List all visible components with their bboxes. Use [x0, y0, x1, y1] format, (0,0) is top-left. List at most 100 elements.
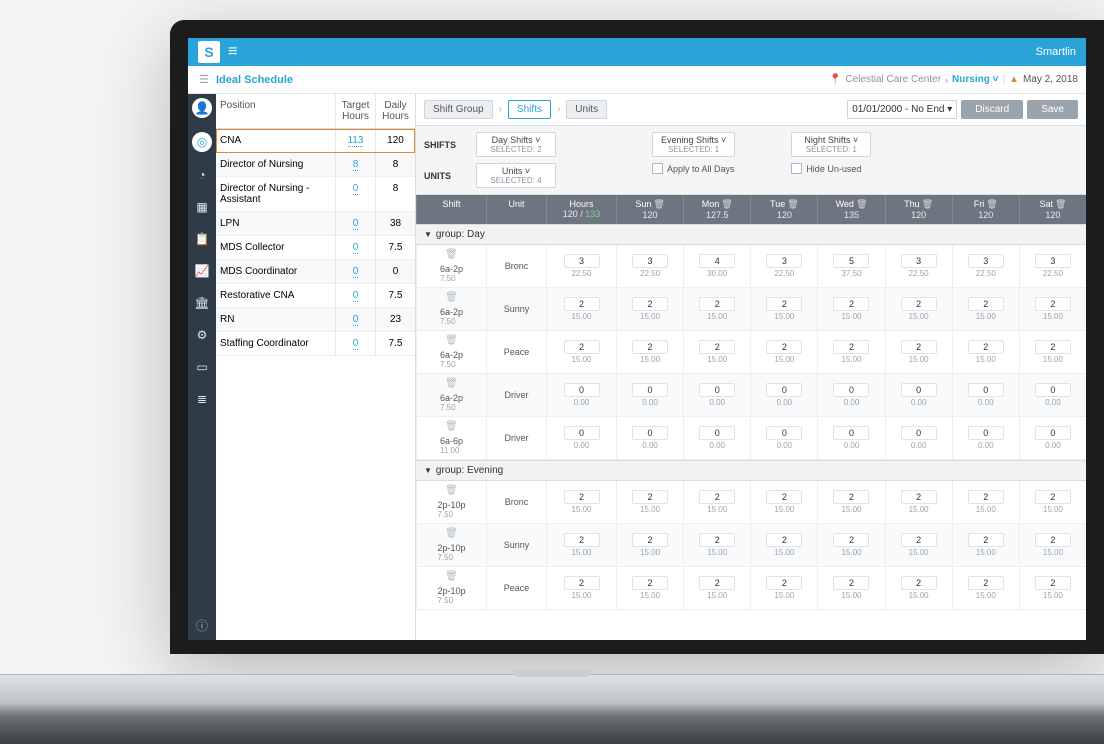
trash-icon[interactable]: 🗑	[445, 421, 458, 432]
target-hours[interactable]: 0	[335, 332, 375, 355]
count-input[interactable]: 3	[766, 254, 802, 268]
trash-icon[interactable]: 🗑	[787, 199, 798, 209]
count-input[interactable]: 0	[833, 383, 869, 397]
nav-chart-icon[interactable]: 📈	[193, 262, 211, 280]
count-input[interactable]: 0	[833, 426, 869, 440]
count-input[interactable]: 2	[901, 533, 937, 547]
target-hours[interactable]: 8	[335, 153, 375, 176]
trash-icon[interactable]: 🗑	[445, 292, 458, 303]
discard-button[interactable]: Discard	[961, 100, 1023, 119]
position-row[interactable]: Staffing Coordinator07.5	[216, 332, 415, 356]
count-input[interactable]: 0	[1035, 383, 1071, 397]
nav-user-icon[interactable]: 👤	[192, 98, 212, 118]
evening-shifts-filter[interactable]: Evening Shifts ˅ SELECTED: 1	[652, 132, 735, 157]
nav-location-icon[interactable]: ◎	[192, 132, 212, 152]
count-input[interactable]: 2	[901, 490, 937, 504]
position-row[interactable]: MDS Coordinator00	[216, 260, 415, 284]
count-input[interactable]: 0	[901, 383, 937, 397]
crumb-shifts[interactable]: Shifts	[508, 100, 551, 119]
nav-calendar-icon[interactable]: ▦	[193, 198, 211, 216]
count-input[interactable]: 2	[699, 340, 735, 354]
count-input[interactable]: 2	[632, 297, 668, 311]
count-input[interactable]: 0	[699, 426, 735, 440]
trash-icon[interactable]: 🗑	[1055, 199, 1066, 209]
target-hours[interactable]: 0	[335, 212, 375, 235]
crumb-shift-group[interactable]: Shift Group	[424, 100, 493, 119]
nav-clipboard-icon[interactable]: 📋	[193, 230, 211, 248]
count-input[interactable]: 2	[901, 340, 937, 354]
trash-icon[interactable]: 🗑	[922, 199, 933, 209]
count-input[interactable]: 2	[968, 340, 1004, 354]
trash-icon[interactable]: 🗑	[653, 199, 664, 209]
count-input[interactable]: 2	[968, 576, 1004, 590]
count-input[interactable]: 2	[1035, 297, 1071, 311]
count-input[interactable]: 3	[968, 254, 1004, 268]
count-input[interactable]: 2	[564, 490, 600, 504]
crumb-units[interactable]: Units	[566, 100, 607, 119]
count-input[interactable]: 0	[632, 426, 668, 440]
position-row[interactable]: MDS Collector07.5	[216, 236, 415, 260]
target-hours[interactable]: 0	[335, 236, 375, 259]
trash-icon[interactable]: 🗑	[986, 199, 997, 209]
count-input[interactable]: 0	[766, 426, 802, 440]
count-input[interactable]: 2	[699, 490, 735, 504]
day-shifts-filter[interactable]: Day Shifts ˅ SELECTED: 2	[476, 132, 556, 157]
nav-building-icon[interactable]: 🏛	[193, 294, 211, 312]
position-row[interactable]: Director of Nursing - Assistant08	[216, 177, 415, 212]
target-hours[interactable]: 0	[335, 260, 375, 283]
count-input[interactable]: 2	[901, 297, 937, 311]
trash-icon[interactable]: 🗑	[721, 199, 732, 209]
count-input[interactable]: 0	[564, 383, 600, 397]
count-input[interactable]: 2	[632, 533, 668, 547]
position-row[interactable]: LPN038	[216, 212, 415, 236]
trash-icon[interactable]: 🗑	[445, 378, 458, 389]
count-input[interactable]: 2	[766, 297, 802, 311]
hide-unused-checkbox[interactable]: Hide Un-used	[791, 163, 871, 174]
nav-pie-icon[interactable]: ◔	[193, 166, 211, 184]
count-input[interactable]: 2	[833, 297, 869, 311]
date-range[interactable]: May 2, 2018	[1023, 74, 1078, 85]
count-input[interactable]: 0	[968, 383, 1004, 397]
count-input[interactable]: 0	[968, 426, 1004, 440]
position-row[interactable]: Restorative CNA07.5	[216, 284, 415, 308]
trash-icon[interactable]: 🗑	[445, 571, 458, 582]
count-input[interactable]: 2	[901, 576, 937, 590]
count-input[interactable]: 2	[1035, 490, 1071, 504]
save-button[interactable]: Save	[1027, 100, 1078, 119]
info-icon[interactable]: ⓘ	[196, 617, 208, 634]
department-dropdown[interactable]: Nursing ˅	[952, 74, 998, 85]
trash-icon[interactable]: 🗑	[445, 249, 458, 260]
count-input[interactable]: 2	[699, 576, 735, 590]
count-input[interactable]: 2	[632, 490, 668, 504]
count-input[interactable]: 2	[564, 297, 600, 311]
count-input[interactable]: 0	[699, 383, 735, 397]
count-input[interactable]: 2	[699, 533, 735, 547]
apply-all-days-checkbox[interactable]: Apply to All Days	[652, 163, 735, 174]
trash-icon[interactable]: 🗑	[445, 485, 458, 496]
count-input[interactable]: 2	[766, 340, 802, 354]
count-input[interactable]: 2	[766, 576, 802, 590]
count-input[interactable]: 2	[833, 533, 869, 547]
count-input[interactable]: 2	[968, 533, 1004, 547]
count-input[interactable]: 2	[766, 533, 802, 547]
count-input[interactable]: 2	[632, 576, 668, 590]
group-header[interactable]: ▼group: Evening	[416, 460, 1086, 481]
count-input[interactable]: 2	[833, 340, 869, 354]
count-input[interactable]: 5	[833, 254, 869, 268]
count-input[interactable]: 2	[833, 490, 869, 504]
night-shifts-filter[interactable]: Night Shifts ˅ SELECTED: 1	[791, 132, 871, 157]
position-row[interactable]: CNA113120	[216, 129, 415, 153]
units-filter[interactable]: Units ˅ SELECTED: 4	[476, 163, 556, 188]
count-input[interactable]: 2	[968, 297, 1004, 311]
trash-icon[interactable]: 🗑	[445, 335, 458, 346]
group-header[interactable]: ▼group: Day	[416, 224, 1086, 245]
nav-gears-icon[interactable]: ⚙	[193, 326, 211, 344]
target-hours[interactable]: 0	[335, 177, 375, 211]
hamburger-icon[interactable]: ≡	[228, 43, 237, 61]
count-input[interactable]: 4	[699, 254, 735, 268]
count-input[interactable]: 2	[1035, 576, 1071, 590]
count-input[interactable]: 2	[564, 533, 600, 547]
date-range-select[interactable]: 01/01/2000 - No End ▾	[847, 100, 957, 119]
count-input[interactable]: 0	[632, 383, 668, 397]
count-input[interactable]: 2	[1035, 340, 1071, 354]
